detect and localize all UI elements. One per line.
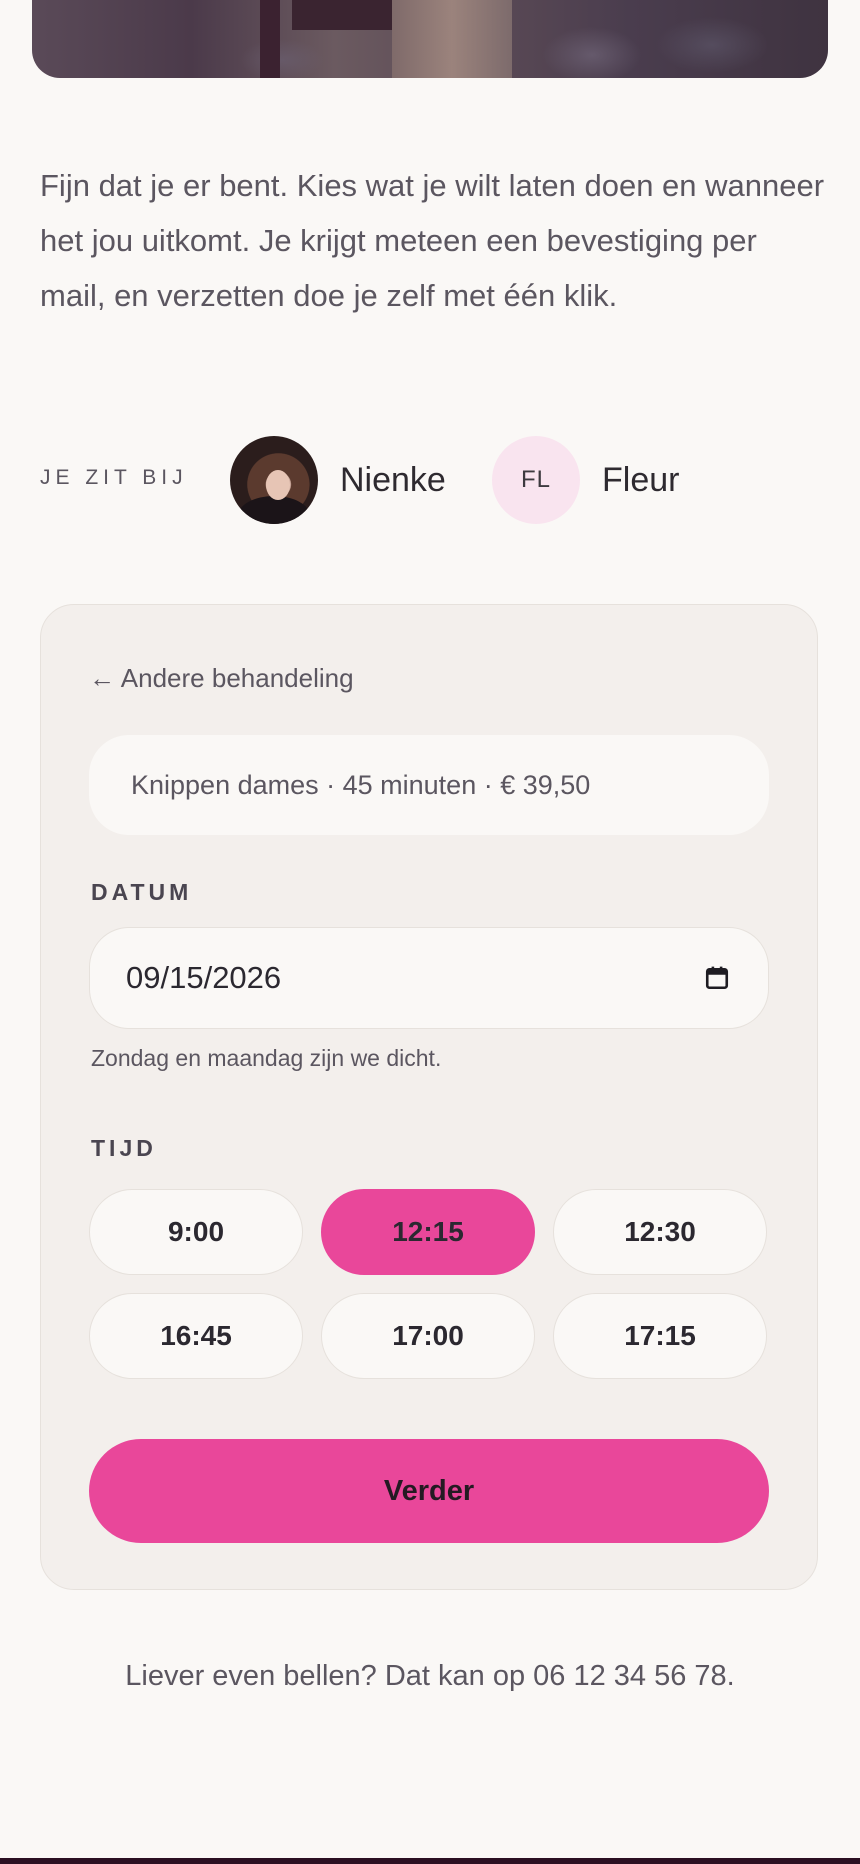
- hero-door: [292, 0, 392, 30]
- bottom-divider: [0, 1858, 860, 1864]
- time-slot[interactable]: 17:15: [553, 1293, 767, 1379]
- back-link[interactable]: ← Andere behandeling: [89, 663, 354, 694]
- stylist-nienke[interactable]: Nienke: [230, 436, 446, 524]
- stylist-name: Fleur: [602, 460, 680, 499]
- date-field[interactable]: 09/15/2026: [89, 927, 769, 1029]
- avatar-initials: FL: [492, 436, 580, 524]
- hero-post: [260, 0, 280, 78]
- stylist-name: Nienke: [340, 460, 446, 499]
- time-slot-selected[interactable]: 12:15: [321, 1189, 535, 1275]
- hero-floor: [392, 0, 512, 78]
- call-text: Liever even bellen? Dat kan op 06 12 34 …: [125, 1660, 735, 1692]
- date-label: DATUM: [91, 879, 193, 905]
- avatar-shirt: [238, 496, 310, 524]
- intro-text: Fijn dat je er bent. Kies wat je wilt la…: [40, 168, 825, 313]
- date-hint: Zondag en maandag zijn we dicht.: [91, 1045, 442, 1071]
- avatar-face: [266, 470, 290, 500]
- hero-image: [32, 0, 828, 78]
- avatar: [230, 436, 318, 524]
- time-label: TIJD: [91, 1135, 157, 1161]
- stylist-label: JE ZIT BIJ: [40, 466, 188, 489]
- stylist-row: JE ZIT BIJ Nienke FL Fleur: [40, 436, 820, 524]
- booking-card: ← Andere behandeling Knippen dames · 45 …: [40, 604, 818, 1590]
- time-slot[interactable]: 12:30: [553, 1189, 767, 1275]
- calendar-icon[interactable]: [704, 965, 730, 991]
- next-button[interactable]: Verder: [89, 1439, 769, 1543]
- time-slot[interactable]: 9:00: [89, 1189, 303, 1275]
- time-slot[interactable]: 16:45: [89, 1293, 303, 1379]
- service-summary: Knippen dames · 45 minuten · € 39,50: [89, 735, 769, 835]
- date-value: 09/15/2026: [126, 960, 282, 995]
- time-slot[interactable]: 17:00: [321, 1293, 535, 1379]
- stylist-fleur[interactable]: FL Fleur: [492, 436, 679, 524]
